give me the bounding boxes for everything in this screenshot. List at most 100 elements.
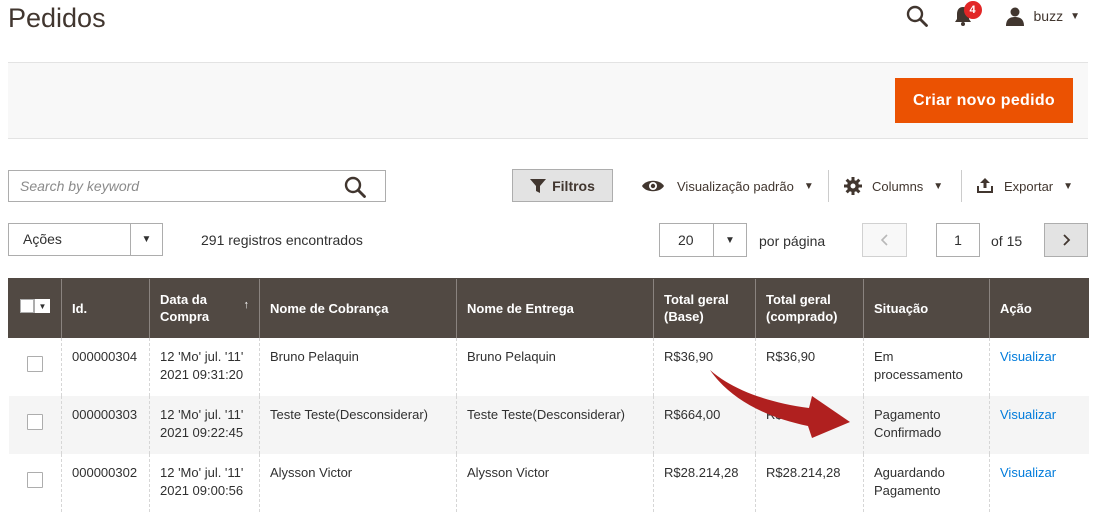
column-header-status[interactable]: Situação	[863, 278, 990, 338]
cell-id: 000000304	[61, 337, 150, 396]
cell-date-line1: 12 'Mo' jul. '11'	[160, 406, 244, 422]
cell-date-line2: 2021 09:31:20	[160, 366, 244, 382]
view-selector[interactable]: Visualização padrão ▼	[641, 170, 814, 202]
cell-status: Aguardando Pagamento	[863, 453, 990, 512]
cell-date: 12 'Mo' jul. '11' 2021 09:00:56	[149, 453, 260, 512]
cell-action: Visualizar	[989, 337, 1089, 396]
column-header-date-label: Data da Compra	[160, 292, 210, 325]
cell-status: Em processamento	[863, 337, 990, 396]
chevron-down-icon: ▼	[933, 180, 944, 192]
column-header-id[interactable]: Id.	[61, 278, 150, 338]
view-order-link[interactable]: Visualizar	[1000, 407, 1056, 422]
mass-select-header: ▼	[8, 278, 62, 338]
per-page-value: 20	[678, 232, 694, 248]
chevron-down-icon: ▼	[130, 224, 162, 255]
column-header-total-purchased[interactable]: Total geral (comprado)	[755, 278, 864, 338]
row-checkbox[interactable]	[26, 356, 43, 372]
chevron-down-icon: ▼	[803, 180, 814, 192]
column-header-billing[interactable]: Nome de Cobrança	[259, 278, 457, 338]
cell-shipping: Bruno Pelaquin	[456, 337, 654, 396]
cell-id: 000000303	[61, 395, 150, 454]
records-found: 291 registros encontrados	[201, 232, 363, 248]
user-icon	[1005, 7, 1024, 26]
chevron-right-icon	[1063, 234, 1071, 246]
user-menu[interactable]: buzz ▼	[1005, 6, 1080, 26]
row-checkbox[interactable]	[26, 472, 43, 488]
page-title: Pedidos	[8, 3, 106, 33]
cell-date: 12 'Mo' jul. '11' 2021 09:31:20	[149, 337, 260, 396]
cell-action: Visualizar	[989, 395, 1089, 454]
cell-total-purchased: R$36,90	[755, 337, 864, 396]
filters-button[interactable]: Filtros	[512, 169, 613, 202]
column-header-shipping[interactable]: Nome de Entrega	[456, 278, 654, 338]
mass-actions-label: Ações	[23, 231, 62, 247]
export-icon	[977, 178, 993, 193]
keyword-search	[8, 170, 386, 202]
chevron-down-icon: ▼	[713, 224, 746, 256]
user-name: buzz	[1033, 8, 1064, 24]
page-number-input[interactable]	[936, 223, 980, 257]
cell-billing: Alysson Victor	[259, 453, 457, 512]
cell-date-line1: 12 'Mo' jul. '11'	[160, 348, 244, 364]
cell-date-line1: 12 'Mo' jul. '11'	[160, 464, 244, 480]
sort-arrow-icon: ↑	[243, 299, 250, 311]
table-row: 000000303 12 'Mo' jul. '11' 2021 09:22:45…	[8, 395, 1089, 454]
row-checkbox-cell	[8, 395, 62, 454]
cell-total-purchased: R$664,00	[755, 395, 864, 454]
notifications-button[interactable]: 4	[953, 1, 982, 27]
total-pages: of 15	[991, 233, 1023, 249]
table-row: 000000304 12 'Mo' jul. '11' 2021 09:31:20…	[9, 337, 1089, 396]
toolbar-divider	[828, 170, 829, 202]
cell-total-base: R$664,00	[653, 395, 756, 454]
view-order-link[interactable]: Visualizar	[1000, 349, 1056, 364]
cell-date: 12 'Mo' jul. '11' 2021 09:22:45	[149, 395, 260, 454]
view-label: Visualização padrão	[677, 178, 794, 194]
columns-selector[interactable]: Columns ▼	[844, 170, 943, 202]
cell-date-line2: 2021 09:22:45	[160, 424, 244, 440]
export-selector[interactable]: Exportar ▼	[976, 170, 1073, 202]
orders-grid: ▼ Id. Data da Compra ↑ Nome de Cobrança …	[8, 278, 1089, 512]
row-checkbox-cell	[9, 338, 62, 396]
cell-billing: Bruno Pelaquin	[259, 337, 457, 396]
column-header-action: Ação	[989, 278, 1089, 338]
cell-shipping: Teste Teste(Desconsiderar)	[456, 395, 654, 454]
search-input[interactable]	[9, 171, 339, 201]
cell-total-base: R$28.214,28	[653, 453, 756, 512]
previous-page-button[interactable]	[862, 223, 907, 257]
mass-actions-select[interactable]: Ações ▼	[8, 223, 163, 256]
cell-date-line2: 2021 09:00:56	[160, 482, 244, 498]
filters-label: Filtros	[552, 177, 595, 194]
export-label: Exportar	[1004, 178, 1054, 194]
chevron-down-icon: ▼	[1063, 180, 1074, 192]
chevron-down-icon: ▼	[1070, 10, 1080, 22]
checkbox-box	[20, 299, 34, 314]
row-checkbox[interactable]	[26, 414, 43, 430]
cell-total-purchased: R$28.214,28	[755, 453, 864, 512]
columns-label: Columns	[872, 178, 924, 194]
cell-action: Visualizar	[989, 453, 1089, 512]
page-actions-bar: Criar novo pedido	[8, 62, 1088, 139]
view-order-link[interactable]: Visualizar	[1000, 465, 1056, 480]
search-icon[interactable]	[905, 4, 929, 28]
search-icon[interactable]	[343, 175, 367, 199]
gear-icon	[844, 177, 862, 195]
mass-select-checkbox[interactable]: ▼	[20, 299, 50, 314]
cell-billing: Teste Teste(Desconsiderar)	[259, 395, 457, 454]
table-header-row: ▼ Id. Data da Compra ↑ Nome de Cobrança …	[8, 278, 1089, 338]
chevron-down-icon: ▼	[34, 299, 50, 314]
chevron-left-icon	[880, 234, 888, 246]
cell-status: Pagamento Confirmado	[863, 395, 990, 454]
per-page-label: por página	[759, 233, 826, 249]
table-row: 000000302 12 'Mo' jul. '11' 2021 09:00:56…	[9, 453, 1089, 512]
next-page-button[interactable]	[1044, 223, 1088, 257]
cell-shipping: Alysson Victor	[456, 453, 654, 512]
row-checkbox-cell	[9, 454, 62, 512]
per-page-select[interactable]: 20 ▼	[659, 223, 747, 257]
filter-icon	[530, 178, 547, 193]
column-header-total-base[interactable]: Total geral (Base)	[653, 278, 756, 338]
column-header-date[interactable]: Data da Compra ↑	[149, 278, 260, 338]
create-order-button[interactable]: Criar novo pedido	[895, 78, 1073, 123]
cell-id: 000000302	[61, 453, 150, 512]
notifications-badge: 4	[963, 1, 982, 19]
header-actions: 4 buzz ▼	[905, 1, 1080, 30]
